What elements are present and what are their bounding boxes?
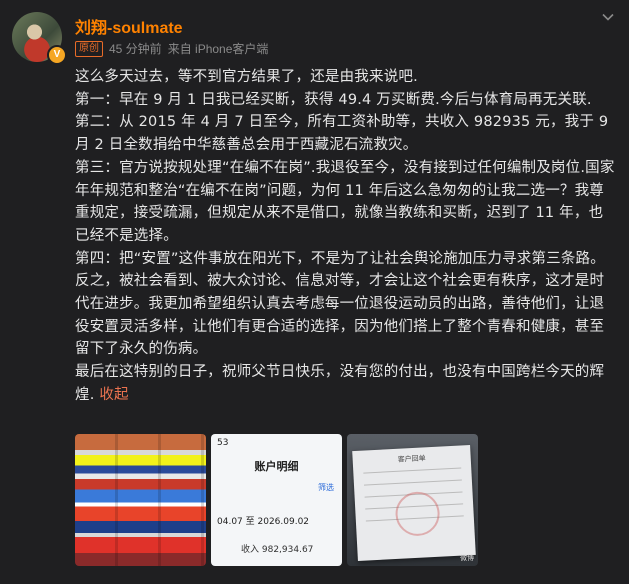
original-badge: 原创 (75, 40, 103, 57)
watermark: 微博 (460, 554, 474, 562)
post-time[interactable]: 45 分钟前 (109, 40, 162, 57)
content-paragraph: 第三：官方说按规处理“在编不在岗”.我退役至今，没有接到过任何编制及岗位.国家年… (75, 159, 615, 244)
ledger-status: 53 (217, 438, 229, 448)
post-meta: 原创 45 分钟前 来自 iPhone客户端 (75, 40, 268, 57)
chevron-down-icon[interactable] (601, 10, 615, 24)
receipt-paper: 客户回单 (352, 444, 476, 562)
post-content: 这么多天过去，等不到官方结果了，还是由我来说吧. 第一：早在 9 月 1 日我已… (75, 66, 615, 407)
ledger-income: 收入 982,934.67 (241, 545, 314, 555)
verified-badge-icon: V (47, 45, 67, 65)
receipt-stamp (394, 490, 441, 537)
content-paragraph: 第二：从 2015 年 4 月 7 日至今，所有工资补助等，共收入 982935… (75, 114, 609, 154)
post-source: 来自 iPhone客户端 (167, 42, 269, 56)
receipt-line (363, 479, 462, 486)
content-paragraph: 这么多天过去，等不到官方结果了，还是由我来说吧. (75, 69, 418, 85)
image-gallery: 53 账户明细 筛选 04.07 至 2026.09.02 收入 982,934… (75, 434, 478, 566)
content-paragraph-text: 最后在这特别的日子，祝师父节日快乐，没有您的付出，也没有中国跨栏今天的辉煌. (75, 364, 605, 403)
image-thumbnail-ledger[interactable]: 53 账户明细 筛选 04.07 至 2026.09.02 收入 982,934… (211, 434, 342, 566)
collapse-link[interactable]: 收起 (99, 387, 128, 403)
ledger-title: 账户明细 (254, 460, 299, 473)
username[interactable]: 刘翔-soulmate (75, 14, 183, 38)
weibo-post: V 刘翔-soulmate 原创 45 分钟前 来自 iPhone客户端 这么多… (0, 0, 629, 584)
receipt-title: 客户回单 (397, 454, 426, 464)
ledger-range: 04.07 至 2026.09.02 (217, 517, 310, 527)
content-paragraph: 第四：把“安置”这件事放在阳光下，不是为了让社会舆论施加压力寻求第三条路。反之，… (75, 250, 605, 358)
image-thumbnail-shoes[interactable] (75, 434, 206, 566)
content-paragraph-last: 最后在这特别的日子，祝师父节日快乐，没有您的付出，也没有中国跨栏今天的辉煌. 收… (75, 361, 615, 406)
receipt-line (363, 467, 462, 474)
ledger-filter: 筛选 (318, 483, 334, 492)
content-paragraph: 第一：早在 9 月 1 日我已经买断，获得 49.4 万买断费.今后与体育局再无… (75, 91, 592, 108)
image-thumbnail-receipt[interactable]: 客户回单 微博 (347, 434, 478, 566)
